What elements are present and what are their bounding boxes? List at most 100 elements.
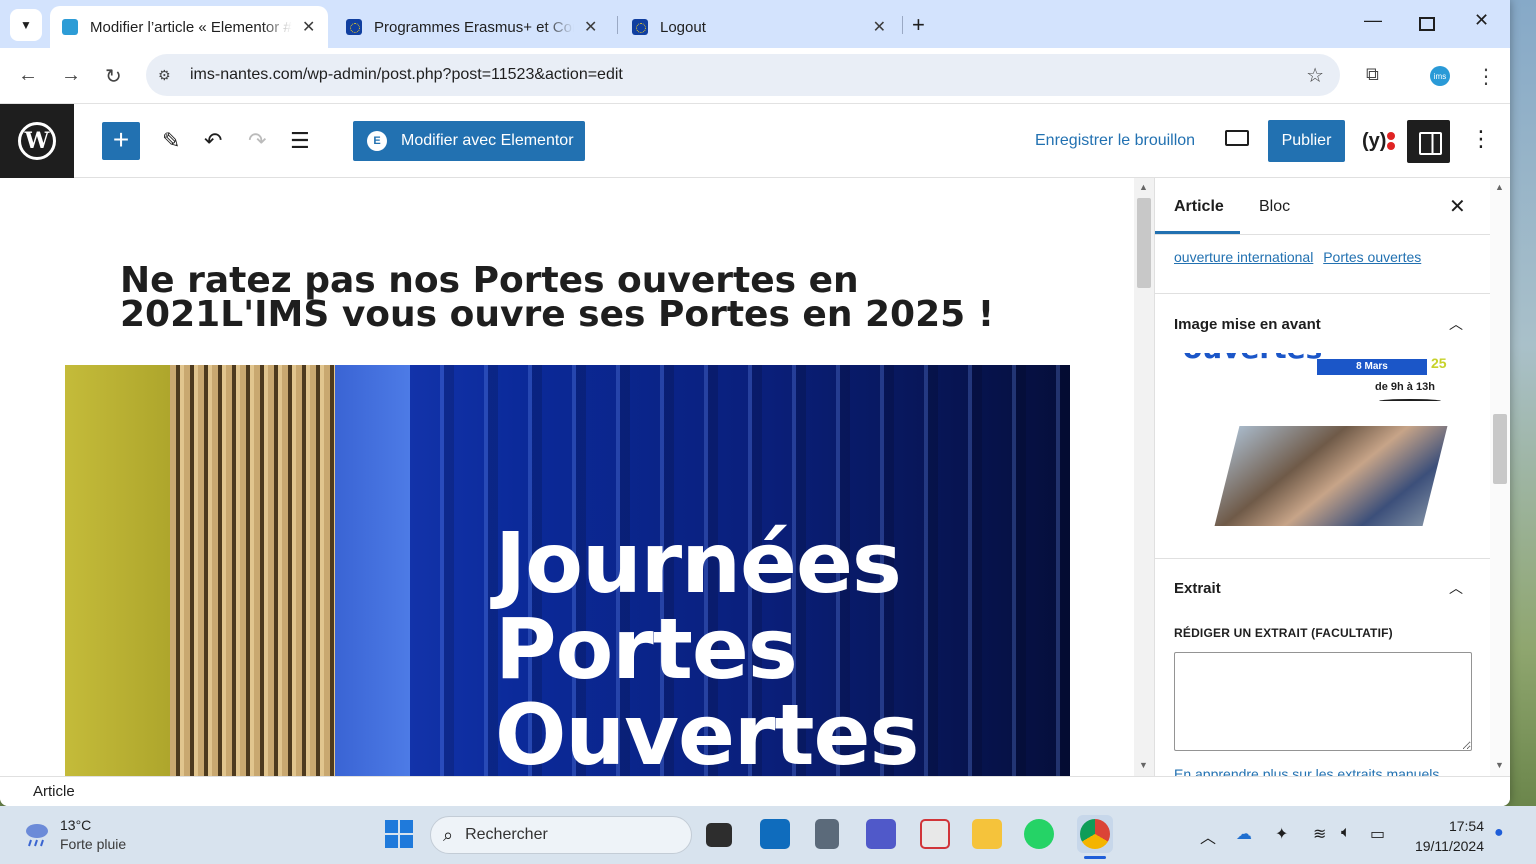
tag-list: ouverture international Portes ouvertes xyxy=(1174,249,1427,265)
scrollbar-thumb[interactable] xyxy=(1137,198,1151,288)
site-info-icon[interactable]: ⚙ xyxy=(158,67,178,84)
ims-extension-icon[interactable]: ims xyxy=(1430,66,1450,86)
hero-text-line: Journées xyxy=(495,514,902,612)
minimize-icon[interactable]: — xyxy=(1364,10,1382,31)
battery-icon[interactable]: ▭ xyxy=(1370,824,1385,844)
scrollbar-thumb[interactable] xyxy=(1493,414,1507,484)
snipping-tool-icon[interactable] xyxy=(920,819,950,849)
chevron-up-icon[interactable]: ︿ xyxy=(1449,578,1463,598)
scroll-down-icon[interactable]: ▼ xyxy=(1139,760,1148,770)
tab-bloc[interactable]: Bloc xyxy=(1259,198,1290,216)
edit-with-elementor-button[interactable]: E Modifier avec Elementor xyxy=(353,121,585,161)
close-window-icon[interactable]: ✕ xyxy=(1474,10,1489,31)
settings-sidebar: Article Bloc ✕ ouverture international P… xyxy=(1154,178,1490,776)
task-view-icon[interactable] xyxy=(706,823,732,847)
sidebar-tabs: Article Bloc ✕ xyxy=(1155,178,1490,235)
url-text[interactable]: ims-nantes.com/wp-admin/post.php?post=11… xyxy=(190,66,623,84)
tab-modifier-article[interactable]: Modifier l’article « Elementor #1 ✕ xyxy=(50,6,328,48)
undo-icon[interactable]: ↶ xyxy=(204,128,222,154)
tab-close-icon[interactable]: ✕ xyxy=(873,17,886,37)
eu-flag-icon xyxy=(632,19,648,35)
address-bar[interactable]: ⚙ ims-nantes.com/wp-admin/post.php?post=… xyxy=(146,54,1340,96)
clock-date: 19/11/2024 xyxy=(1414,838,1484,854)
tag-link[interactable]: ouverture international xyxy=(1174,249,1313,265)
publish-button[interactable]: Publier xyxy=(1268,120,1345,162)
sidebar-scrollbar[interactable]: ▲ ▼ xyxy=(1490,178,1510,776)
scroll-down-icon[interactable]: ▼ xyxy=(1495,760,1504,770)
yoast-status-dot xyxy=(1387,142,1395,150)
add-block-button[interactable]: + xyxy=(102,122,140,160)
document-overview-icon[interactable]: ☰ xyxy=(290,128,310,154)
close-sidebar-icon[interactable]: ✕ xyxy=(1449,194,1466,219)
chevron-up-icon[interactable]: ︿ xyxy=(1449,314,1463,334)
reload-icon[interactable]: ↻ xyxy=(105,64,122,89)
redo-icon[interactable]: ↷ xyxy=(248,128,266,154)
wordpress-logo-icon[interactable]: W xyxy=(0,104,74,178)
dropbox-icon[interactable]: ✦ xyxy=(1275,824,1288,844)
whatsapp-icon[interactable] xyxy=(1024,819,1054,849)
excerpt-panel-title[interactable]: Extrait xyxy=(1174,580,1221,597)
featured-image-preview[interactable]: ouvertes 8 Mars de 9h à 13h 25 xyxy=(1175,353,1475,531)
tab-separator xyxy=(902,16,903,34)
system-clock[interactable]: 17:54 19/11/2024 xyxy=(1410,816,1484,856)
featured-image-photo xyxy=(1214,426,1448,526)
hero-image[interactable]: Journées Portes Ouvertes xyxy=(65,365,1070,776)
breadcrumb[interactable]: Article xyxy=(33,783,75,800)
editor-scrollbar[interactable]: ▲ ▼ xyxy=(1134,178,1154,776)
volume-icon[interactable]: 🔈︎ xyxy=(1341,824,1351,842)
elementor-icon: E xyxy=(367,131,387,151)
tab-search-button[interactable]: ▼ xyxy=(10,9,42,41)
editor-canvas[interactable]: Ne ratez pas nos Portes ouvertes en 2021… xyxy=(0,178,1134,776)
tab-article[interactable]: Article xyxy=(1174,198,1224,216)
browser-menu-icon[interactable]: ⋮ xyxy=(1476,64,1496,89)
panel-divider xyxy=(1155,293,1490,294)
preview-laptop-icon[interactable] xyxy=(1225,130,1249,146)
yoast-seo-icon[interactable]: (y) xyxy=(1362,130,1386,153)
extensions-puzzle-icon[interactable]: ⧉ xyxy=(1366,64,1379,85)
hero-blue-panel xyxy=(335,365,410,776)
excerpt-label: RÉDIGER UN EXTRAIT (FACULTATIF) xyxy=(1174,626,1393,640)
excerpt-textarea[interactable] xyxy=(1174,652,1472,751)
forward-arrow-icon[interactable]: → xyxy=(61,64,81,87)
post-title[interactable]: Ne ratez pas nos Portes ouvertes en 2021… xyxy=(120,263,1080,333)
calculator-icon[interactable] xyxy=(815,819,839,849)
featured-image-title[interactable]: Image mise en avant xyxy=(1174,316,1321,333)
pencil-tools-icon[interactable]: ✎ xyxy=(162,128,180,154)
rain-cloud-icon[interactable] xyxy=(22,820,52,848)
outlook-icon[interactable] xyxy=(760,819,790,849)
tab-strip: ▼ Modifier l’article « Elementor #1 ✕ Pr… xyxy=(0,0,1510,48)
tab-close-icon[interactable]: ✕ xyxy=(584,17,597,37)
chrome-icon[interactable] xyxy=(1080,819,1110,849)
maximize-icon[interactable] xyxy=(1419,17,1435,31)
chevron-up-tray-icon[interactable]: ︿ xyxy=(1200,824,1216,848)
new-tab-plus-icon[interactable]: + xyxy=(912,12,925,38)
scroll-up-icon[interactable]: ▲ xyxy=(1139,182,1148,192)
onedrive-icon[interactable]: ☁ xyxy=(1236,824,1252,844)
tab-title: Logout xyxy=(660,18,706,36)
featured-image-heading: ouvertes xyxy=(1183,353,1322,363)
featured-image-swoosh xyxy=(1379,399,1441,403)
weather-description[interactable]: Forte pluie xyxy=(60,836,126,852)
tab-logout[interactable]: Logout ✕ xyxy=(620,6,898,48)
save-draft-button[interactable]: Enregistrer le brouillon xyxy=(1035,132,1195,150)
eu-flag-icon xyxy=(346,19,362,35)
scroll-up-icon[interactable]: ▲ xyxy=(1495,182,1504,192)
tab-separator xyxy=(617,16,618,34)
settings-sidebar-toggle[interactable] xyxy=(1407,120,1450,163)
back-arrow-icon[interactable]: ← xyxy=(18,64,38,87)
weather-temperature[interactable]: 13°C xyxy=(60,817,91,833)
taskbar-search[interactable]: ⌕ Rechercher xyxy=(430,816,692,854)
bookmark-star-icon[interactable]: ☆ xyxy=(1306,63,1324,88)
search-icon: ⌕ xyxy=(443,824,454,845)
notification-bell-icon[interactable]: ● xyxy=(1494,824,1504,842)
tab-close-icon[interactable]: ✕ xyxy=(302,17,315,37)
excerpt-help-link[interactable]: En apprendre plus sur les extraits manue… xyxy=(1174,766,1439,776)
browser-window: ▼ Modifier l’article « Elementor #1 ✕ Pr… xyxy=(0,0,1510,806)
options-menu-icon[interactable]: ⋮ xyxy=(1470,126,1492,152)
windows-start-icon[interactable] xyxy=(385,820,413,848)
tab-erasmus[interactable]: Programmes Erasmus+ et Corp ✕ xyxy=(334,6,612,48)
tag-link[interactable]: Portes ouvertes xyxy=(1323,249,1421,265)
teams-icon[interactable] xyxy=(866,819,896,849)
wifi-icon[interactable]: ≋ xyxy=(1313,824,1326,844)
file-explorer-icon[interactable] xyxy=(972,819,1002,849)
